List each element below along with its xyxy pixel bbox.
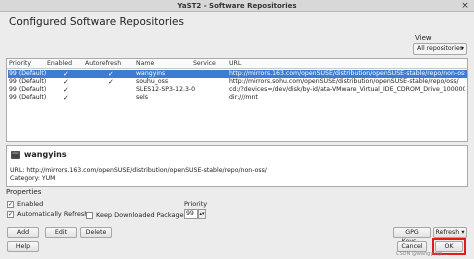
keep-packages-label: Keep Downloaded Packages [96,211,187,219]
checkbox-unchecked-icon [86,211,93,219]
properties-label: Properties [6,188,42,196]
keep-packages-checkbox[interactable]: Keep Downloaded Packages [86,211,187,219]
column-priority[interactable]: Priority [9,60,31,67]
column-autorefresh[interactable]: Autorefresh [85,60,121,67]
priority-stepper[interactable]: ▴▾ [198,209,206,219]
check-icon: ✓ [108,78,114,86]
column-url[interactable]: URL [229,60,241,67]
cell-name: sels [136,94,148,101]
details-url: URL: http://mirrors.163.com/openSUSE/dis… [10,167,267,174]
help-button[interactable]: Help [7,241,39,252]
watermark: CSDN @wangyingi... [396,251,448,257]
check-icon: ✓ [63,86,69,94]
chevron-down-icon: ▾ [460,45,464,52]
details-name: wangyins [24,150,67,159]
cell-name: souhu_oss [136,78,169,85]
autorefresh-checkbox[interactable]: ✓ Automatically Refresh [7,210,88,218]
checkbox-checked-icon: ✓ [7,200,14,208]
check-icon: ✓ [108,70,114,78]
add-button[interactable]: Add [7,227,39,238]
title-bar: YaST2 - Software Repositories × [0,0,474,12]
table-row[interactable]: 99 (Default) ✓ ✓ wangyins http://mirrors… [8,70,467,78]
view-label: View [415,34,432,42]
window-title: YaST2 - Software Repositories [177,2,297,10]
priority-label: Priority [184,200,208,208]
cell-name: wangyins [136,70,166,77]
column-enabled[interactable]: Enabled [47,60,72,67]
checkbox-checked-icon: ✓ [7,210,14,218]
chevron-down-icon: ▾ [461,229,465,236]
autorefresh-label: Automatically Refresh [17,210,89,218]
cell-priority: 99 (Default) [9,94,47,101]
cell-priority: 99 (Default) [9,70,47,77]
column-name[interactable]: Name [136,60,154,67]
table-header: Priority Enabled Autorefresh Name Servic… [7,59,467,69]
details-category: Category: YUM [10,175,56,182]
cell-priority: 99 (Default) [9,86,47,93]
view-dropdown[interactable]: All repositories ▾ [413,43,467,55]
refresh-button[interactable]: Refresh ▾ [433,227,467,238]
repository-table[interactable]: Priority Enabled Autorefresh Name Servic… [6,58,468,142]
check-icon: ✓ [63,78,69,86]
close-icon[interactable]: × [460,1,470,11]
column-service[interactable]: Service [193,60,216,67]
enabled-label: Enabled [17,200,44,208]
edit-button[interactable]: Edit [45,227,77,238]
table-row[interactable]: 99 (Default) ✓ SLES12-SP3-12.3-0 cd:/?de… [8,86,467,94]
cell-priority: 99 (Default) [9,78,47,85]
table-row[interactable]: 99 (Default) ✓ sels dir:///mnt [8,94,467,102]
cell-name: SLES12-SP3-12.3-0 [136,86,196,93]
page-title: Configured Software Repositories [9,16,184,28]
table-row[interactable]: 99 (Default) ✓ ✓ souhu_oss http://mirror… [8,78,467,86]
refresh-label: Refresh [435,229,460,236]
gpg-keys-button[interactable]: GPG Keys... [393,227,431,245]
cell-url: dir:///mnt [229,94,258,101]
enabled-checkbox[interactable]: ✓ Enabled [7,200,43,208]
priority-input[interactable]: 99 [184,209,198,219]
delete-button[interactable]: Delete [80,227,112,238]
view-selected-value: All repositories [417,45,464,52]
repository-icon [11,151,20,159]
repository-details: wangyins URL: http://mirrors.163.com/ope… [6,145,468,187]
cell-url: http://mirrors.163.com/openSUSE/distribu… [229,70,465,77]
check-icon: ✓ [63,70,69,78]
cell-url: cd:/?devices=/dev/disk/by-id/ata-VMware_… [229,86,465,93]
cell-url: http://mirrors.sohu.com/openSUSE/distrib… [229,78,459,85]
check-icon: ✓ [63,94,69,102]
